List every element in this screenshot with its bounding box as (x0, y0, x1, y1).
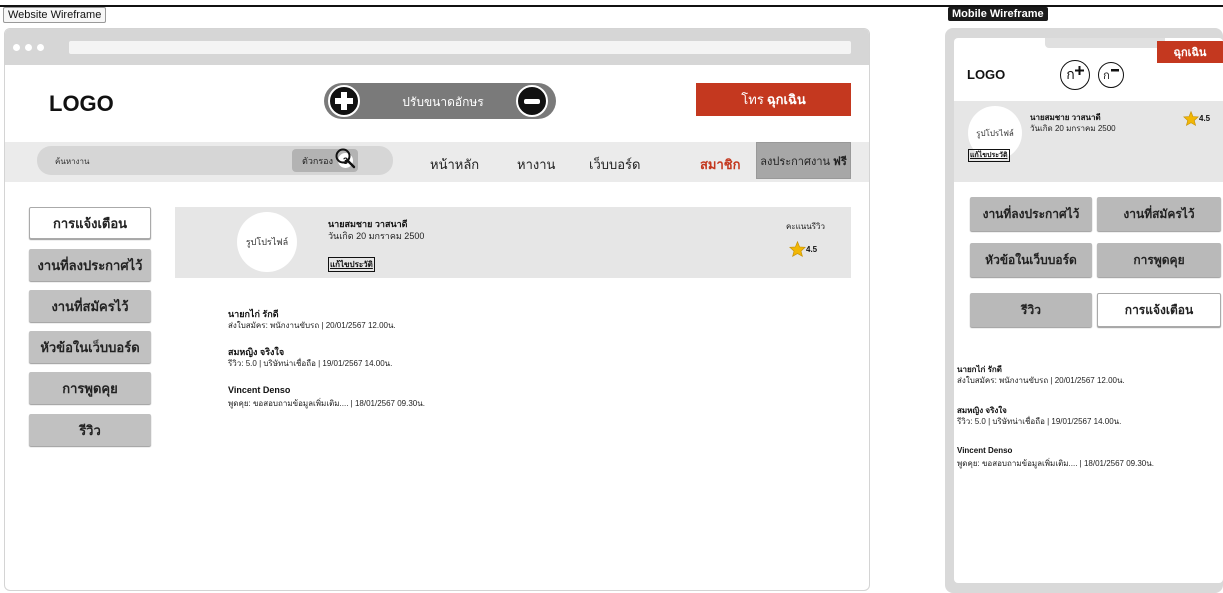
star-icon (1183, 111, 1199, 126)
post-job-prefix: ลงประกาศงาน (760, 155, 831, 168)
rating-label: คะแนนรีวิว (786, 222, 826, 231)
sidebar-item-applied-jobs[interactable]: งานที่สมัครไว้ (29, 290, 151, 322)
plus-icon (335, 92, 353, 110)
mobile-grid-reviews[interactable]: รีวิว (970, 293, 1092, 327)
mobile-font-decrease-button[interactable]: ก (1098, 62, 1124, 88)
mobile-profile-birthdate: วันเกิด 20 มกราคม 2500 (1030, 124, 1116, 133)
notification-name[interactable]: Vincent Denso (228, 385, 290, 395)
profile-birthdate: วันเกิด 20 มกราคม 2500 (328, 231, 425, 241)
nav-link-jobs[interactable]: หางาน (517, 154, 555, 175)
nav-link-webboard[interactable]: เว็บบอร์ด (589, 154, 640, 175)
font-glyph: ก (1103, 70, 1110, 82)
address-bar[interactable] (69, 41, 851, 54)
website-browser-window: LOGO ปรับขนาดอักษร โทร ฉุกเฉิน ค้นหางาน … (4, 28, 870, 591)
sidebar-item-notifications[interactable]: การแจ้งเตือน (29, 207, 151, 239)
sidebar-item-conversations[interactable]: การพูดคุย (29, 372, 151, 404)
window-dot-close[interactable] (13, 44, 20, 51)
sidebar-item-webboard-topics[interactable]: หัวข้อในเว็บบอร์ด (29, 331, 151, 363)
mobile-grid-notifications[interactable]: การแจ้งเตือน (1097, 293, 1221, 327)
rating-display: 4.5 (789, 241, 817, 257)
website-wireframe-label: Website Wireframe (3, 7, 107, 23)
minus-icon (524, 98, 540, 104)
sidebar-item-posted-jobs[interactable]: งานที่ลงประกาศไว้ (29, 249, 151, 281)
phone-notch (1045, 38, 1165, 48)
search-icon[interactable] (334, 147, 356, 169)
emergency-call-button[interactable]: โทร ฉุกเฉิน (696, 83, 851, 116)
plus-icon (1074, 66, 1084, 75)
emergency-bold: ฉุกเฉิน (766, 92, 806, 107)
mobile-notification-detail: ส่งใบสมัคร: พนักงานขับรถ | 20/01/2567 12… (957, 376, 1125, 385)
mobile-emergency-button[interactable]: ฉุกเฉิน (1157, 41, 1223, 63)
filter-label: ตัวกรอง (302, 155, 333, 166)
mobile-grid-conversations[interactable]: การพูดคุย (1097, 243, 1221, 277)
mobile-grid-applied-jobs[interactable]: งานที่สมัครไว้ (1097, 197, 1221, 231)
mobile-rating-value: 4.5 (1199, 114, 1211, 123)
font-size-control: ปรับขนาดอักษร (324, 83, 556, 119)
mobile-screen: ฉุกเฉิน LOGO ก ก รูปโปรไฟล์ นายสมชาย วาส… (954, 38, 1223, 583)
sidebar-item-reviews[interactable]: รีวิว (29, 414, 151, 446)
profile-panel: รูปโปรไฟล์ นายสมชาย วาสนาดี วันเกิด 20 ม… (175, 207, 851, 278)
edit-profile-link[interactable]: แก้ไขประวัติ (328, 257, 375, 272)
mobile-grid-posted-jobs[interactable]: งานที่ลงประกาศไว้ (970, 197, 1092, 231)
minus-icon (1110, 69, 1119, 72)
mobile-wireframe-label: Mobile Wireframe (948, 7, 1048, 21)
rating-value: 4.5 (806, 244, 818, 254)
mobile-notification-detail: พูดคุย: ขอสอบถามข้อมูลเพิ่มเติม.... | 18… (957, 459, 1154, 468)
font-glyph: ก (1066, 66, 1075, 82)
mobile-phone-frame: ฉุกเฉิน LOGO ก ก รูปโปรไฟล์ นายสมชาย วาส… (945, 28, 1223, 593)
mobile-grid-webboard-topics[interactable]: หัวข้อในเว็บบอร์ด (970, 243, 1092, 277)
mobile-notification-name[interactable]: Vincent Denso (957, 446, 1012, 455)
avatar[interactable]: รูปโปรไฟล์ (237, 212, 297, 272)
notification-detail: ส่งใบสมัคร: พนักงานขับรถ | 20/01/2567 12… (228, 321, 396, 330)
mobile-font-increase-button[interactable]: ก (1060, 60, 1090, 90)
post-job-button[interactable]: ลงประกาศงาน ฟรี (756, 142, 851, 179)
mobile-edit-profile-link[interactable]: แก้ไขประวัติ (968, 149, 1010, 162)
mobile-logo[interactable]: LOGO (967, 67, 1005, 82)
window-dot-maximize[interactable] (37, 44, 44, 51)
window-dot-minimize[interactable] (25, 44, 32, 51)
emergency-prefix: โทร (741, 92, 764, 107)
star-icon (789, 241, 806, 257)
site-logo[interactable]: LOGO (49, 91, 114, 117)
notification-detail: รีวิว: 5.0 | บริษัทน่าเชื่อถือ | 19/01/2… (228, 359, 393, 368)
nav-link-home[interactable]: หน้าหลัก (430, 154, 479, 175)
search-input[interactable]: ค้นหางาน (55, 155, 89, 168)
notification-detail: พูดคุย: ขอสอบถามข้อมูลเพิ่มเติม.... | 18… (228, 399, 425, 408)
nav-link-member[interactable]: สมาชิก (700, 154, 741, 175)
font-increase-button[interactable] (328, 85, 360, 117)
browser-chrome (5, 29, 869, 65)
navigation-bar: ค้นหางาน ตัวกรอง 3 หน้าหลัก หางาน เว็บบอ… (5, 142, 869, 182)
mobile-rating-display: 4.5 (1183, 111, 1210, 126)
mobile-notification-detail: รีวิว: 5.0 | บริษัทน่าเชื่อถือ | 19/01/2… (957, 417, 1122, 426)
post-job-bold: ฟรี (833, 155, 847, 168)
font-resize-label: ปรับขนาดอักษร (402, 95, 484, 109)
font-decrease-button[interactable] (516, 85, 548, 117)
mobile-profile-panel: รูปโปรไฟล์ นายสมชาย วาสนาดี วันเกิด 20 ม… (954, 101, 1223, 182)
